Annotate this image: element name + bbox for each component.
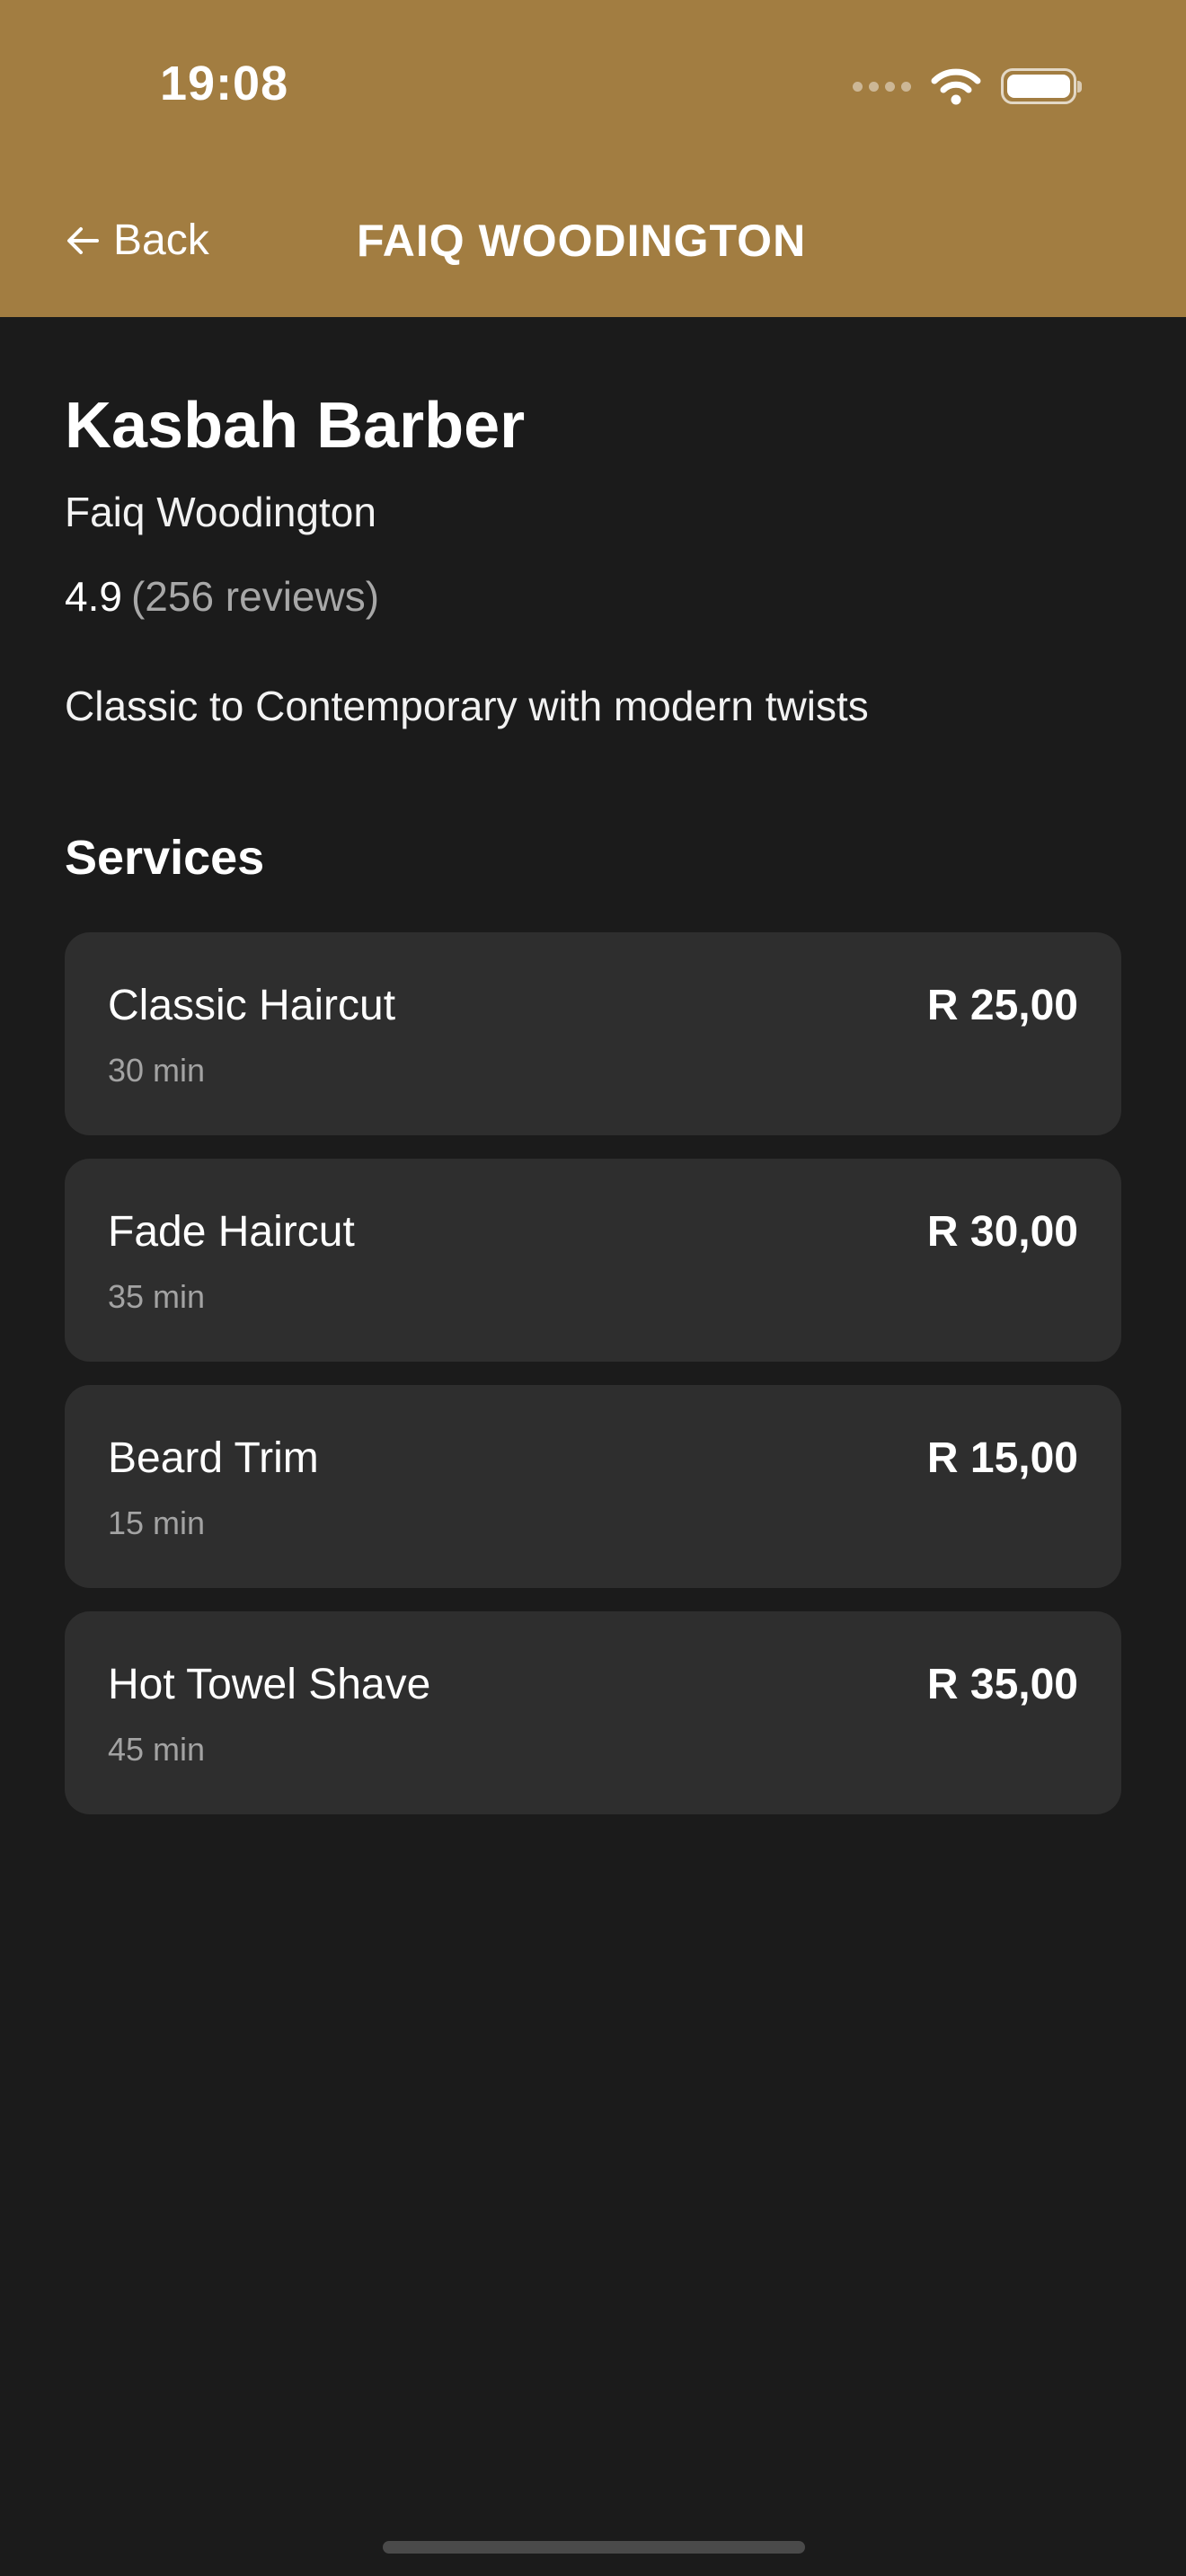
back-button[interactable]: Back <box>65 214 209 268</box>
service-name: Hot Towel Shave <box>108 1661 431 1708</box>
service-price: R 35,00 <box>926 1661 1078 1708</box>
shop-tagline: Classic to Contemporary with modern twis… <box>65 683 869 729</box>
service-duration: 30 min <box>108 1052 206 1089</box>
wifi-icon <box>931 68 981 105</box>
service-price: R 15,00 <box>926 1434 1078 1482</box>
shop-name: Kasbah Barber <box>65 390 526 462</box>
status-icons <box>853 66 1082 106</box>
status-time: 19:08 <box>160 57 289 110</box>
service-price: R 25,00 <box>926 982 1078 1029</box>
battery-icon <box>1001 68 1082 104</box>
review-count: (256 reviews) <box>130 573 380 620</box>
home-indicator[interactable] <box>383 2541 805 2554</box>
service-card[interactable]: Beard Trim 15 min R 15,00 <box>65 1385 1121 1588</box>
service-card[interactable]: Hot Towel Shave 45 min R 35,00 <box>65 1611 1121 1814</box>
service-duration: 15 min <box>108 1504 206 1541</box>
rating-row: 4.9 (256 reviews) <box>65 569 379 623</box>
service-duration: 45 min <box>108 1731 206 1768</box>
service-duration: 35 min <box>108 1278 206 1315</box>
service-card[interactable]: Fade Haircut 35 min R 30,00 <box>65 1159 1121 1362</box>
page-title: FAIQ WOODINGTON <box>357 216 807 266</box>
rating-value: 4.9 <box>65 573 122 620</box>
services-list: Classic Haircut 30 min R 25,00 Fade Hair… <box>65 932 1121 1838</box>
app-header: 19:08 Back FAIQ WOODINGTON <box>0 0 1186 317</box>
service-name: Classic Haircut <box>108 982 396 1029</box>
arrow-left-icon <box>67 227 99 254</box>
services-heading: Services <box>65 831 265 885</box>
service-price: R 30,00 <box>926 1208 1078 1256</box>
service-name: Beard Trim <box>108 1434 319 1482</box>
service-name: Fade Haircut <box>108 1208 355 1256</box>
cellular-icon <box>853 81 911 92</box>
barber-name: Faiq Woodington <box>65 489 376 535</box>
service-card[interactable]: Classic Haircut 30 min R 25,00 <box>65 932 1121 1135</box>
back-label: Back <box>113 216 209 264</box>
